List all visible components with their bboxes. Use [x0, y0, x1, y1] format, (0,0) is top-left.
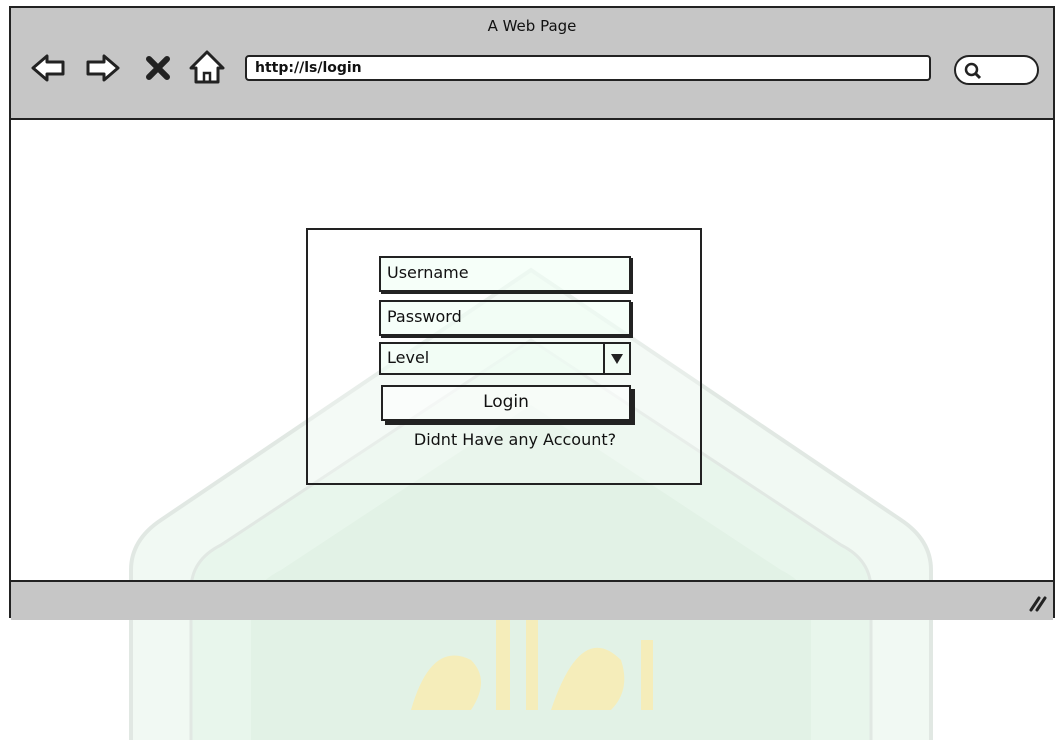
forward-arrow-icon[interactable]	[82, 48, 122, 88]
username-field[interactable]: Username	[379, 256, 631, 292]
level-select-value: Level	[387, 348, 430, 367]
home-icon[interactable]	[187, 48, 227, 88]
close-icon[interactable]	[143, 48, 173, 88]
search-icon	[964, 62, 982, 80]
resize-handle-icon[interactable]	[1027, 592, 1047, 612]
register-link[interactable]: Didnt Have any Account?	[379, 430, 651, 449]
login-form: Username Password Level Login Didnt Have…	[306, 228, 702, 485]
password-field[interactable]: Password	[379, 300, 631, 336]
login-button[interactable]: Login	[381, 385, 631, 421]
address-bar[interactable]: http://ls/login	[245, 55, 931, 81]
status-bar	[11, 580, 1053, 620]
page-content: Username Password Level Login Didnt Have…	[11, 120, 1053, 740]
back-arrow-icon[interactable]	[29, 48, 69, 88]
chevron-down-icon[interactable]	[603, 344, 629, 373]
browser-window: A Web Page http://ls/login Username Pass…	[9, 6, 1055, 740]
level-select[interactable]: Level	[379, 342, 631, 375]
window-title: A Web Page	[487, 17, 577, 35]
search-input[interactable]	[954, 55, 1039, 85]
browser-toolbar: A Web Page http://ls/login	[11, 8, 1053, 120]
